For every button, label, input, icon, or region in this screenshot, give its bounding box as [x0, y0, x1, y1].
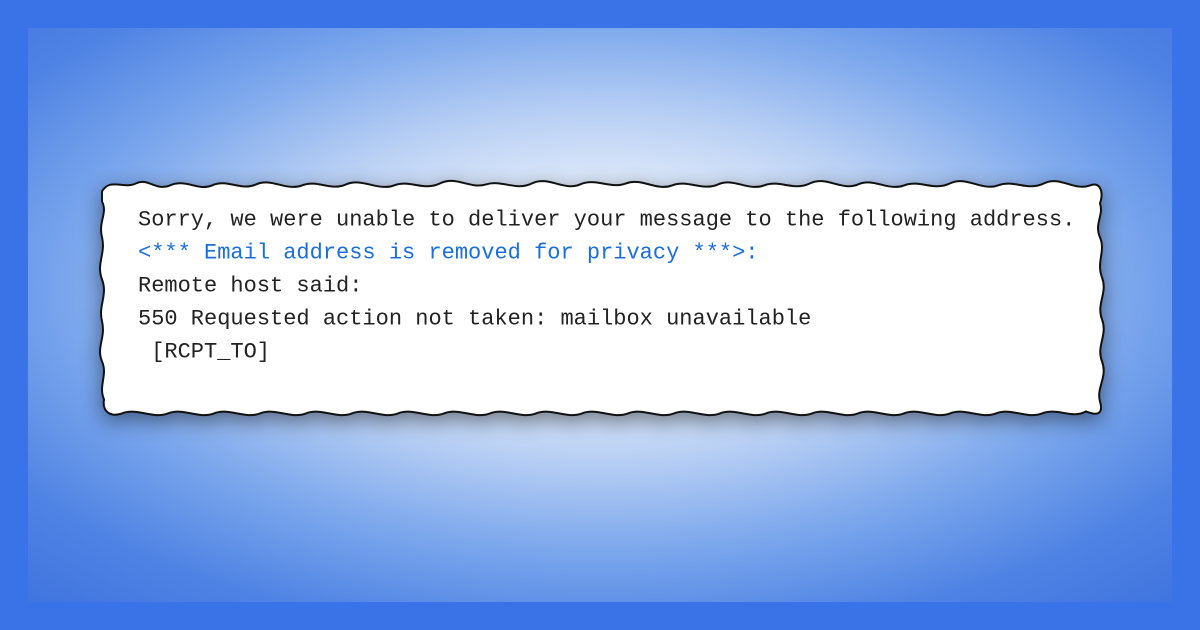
gradient-background: Sorry, we were unable to deliver your me… — [28, 28, 1172, 602]
error-line-remote-host: Remote host said: — [138, 269, 1080, 302]
error-message-body: Sorry, we were unable to deliver your me… — [138, 203, 1080, 403]
outer-frame: Sorry, we were unable to deliver your me… — [0, 0, 1200, 630]
error-line-rcpt-to: [RCPT_TO] — [138, 335, 1080, 368]
torn-paper: Sorry, we were unable to deliver your me… — [90, 169, 1110, 429]
error-line-550: 550 Requested action not taken: mailbox … — [138, 302, 1080, 335]
error-line-intro: Sorry, we were unable to deliver your me… — [138, 203, 1080, 236]
error-line-redacted-email: <*** Email address is removed for privac… — [138, 236, 1080, 269]
